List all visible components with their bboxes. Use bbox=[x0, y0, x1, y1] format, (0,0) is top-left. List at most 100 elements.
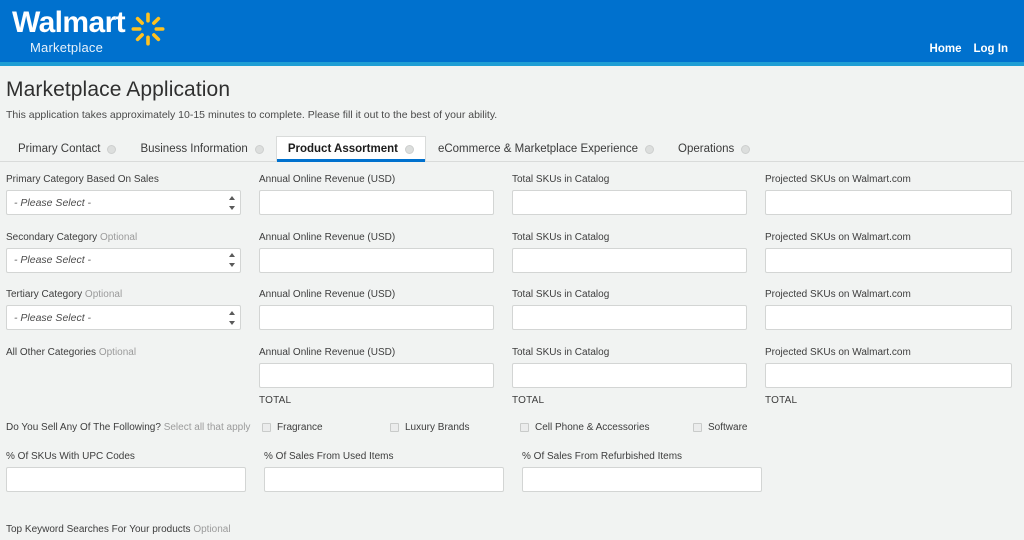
total-skus-input-1[interactable] bbox=[512, 190, 747, 215]
tab-status-dot-icon bbox=[741, 144, 751, 154]
checkbox-box-icon[interactable] bbox=[262, 422, 271, 432]
tab-label: Primary Contact bbox=[18, 143, 101, 155]
projected-skus-label: Projected SKUs on Walmart.com bbox=[765, 346, 911, 358]
page-title: Marketplace Application bbox=[6, 78, 231, 101]
tab-label: Business Information bbox=[140, 143, 248, 155]
used-items-field: % Of Sales From Used Items bbox=[264, 451, 504, 492]
projected-col-3: Projected SKUs on Walmart.com bbox=[765, 289, 1018, 347]
annual-revenue-label: Annual Online Revenue (USD) bbox=[259, 289, 396, 300]
all-other-categories-spacer bbox=[6, 363, 241, 388]
total-skus-field-3: Total SKUs in Catalog bbox=[512, 289, 747, 330]
all-other-categories-label: All Other Categories Optional bbox=[6, 347, 241, 358]
checkbox-fragrance[interactable]: Fragrance bbox=[262, 422, 390, 433]
checkbox-label: Cell Phone & Accessories bbox=[535, 421, 650, 433]
tertiary-category-label: Tertiary Category Optional bbox=[6, 289, 241, 300]
annual-revenue-input-4[interactable] bbox=[259, 362, 494, 388]
skus-col-2: Total SKUs in Catalog bbox=[512, 232, 765, 290]
tertiary-category-select-value[interactable]: - Please Select - bbox=[6, 305, 241, 330]
tab-label: Operations bbox=[678, 143, 735, 155]
upc-codes-label: % Of SKUs With UPC Codes bbox=[6, 450, 135, 462]
secondary-category-col: Secondary Category Optional - Please Sel… bbox=[6, 232, 259, 290]
annual-revenue-input-3[interactable] bbox=[259, 305, 494, 330]
skus-col-4: Total SKUs in Catalog TOTAL bbox=[512, 347, 765, 420]
checkbox-box-icon[interactable] bbox=[390, 422, 399, 432]
upc-codes-input[interactable] bbox=[6, 466, 246, 492]
annual-revenue-input-1[interactable] bbox=[259, 190, 494, 215]
brand-text: Walmart Marketplace bbox=[12, 6, 126, 55]
tertiary-category-select[interactable]: - Please Select - bbox=[6, 305, 241, 330]
sell-following-hint: Select all that apply bbox=[163, 421, 251, 433]
tab-status-dot-icon bbox=[107, 144, 117, 154]
top-keywords-field: Top Keyword Searches For Your products O… bbox=[6, 524, 246, 540]
projected-skus-label: Projected SKUs on Walmart.com bbox=[765, 231, 911, 243]
checkbox-label: Software bbox=[708, 421, 748, 433]
primary-category-select-value[interactable]: - Please Select - bbox=[6, 190, 241, 215]
brand-logo[interactable]: Walmart Marketplace bbox=[12, 8, 165, 54]
projected-skus-field-4: Projected SKUs on Walmart.com TOTAL bbox=[765, 347, 1012, 406]
upc-codes-col: % Of SKUs With UPC Codes bbox=[6, 451, 246, 509]
optional-tag: Optional bbox=[193, 524, 231, 535]
header-nav: Home Log In bbox=[930, 43, 1008, 55]
tab-operations[interactable]: Operations bbox=[666, 136, 762, 162]
brand-name: Walmart bbox=[12, 6, 126, 39]
total-skus-field-4: Total SKUs in Catalog TOTAL bbox=[512, 347, 747, 406]
used-items-label: % Of Sales From Used Items bbox=[264, 450, 394, 462]
top-keywords-label-text: Top Keyword Searches For Your products bbox=[6, 524, 191, 535]
checkbox-box-icon[interactable] bbox=[520, 422, 529, 432]
projected-skus-input-2[interactable] bbox=[765, 247, 1012, 273]
projected-skus-input-4[interactable] bbox=[765, 362, 1012, 388]
total-skus-input-2[interactable] bbox=[512, 247, 747, 273]
primary-category-col: Primary Category Based On Sales - Please… bbox=[6, 174, 259, 232]
projected-skus-field-1: Projected SKUs on Walmart.com bbox=[765, 174, 1012, 215]
skus-col-1: Total SKUs in Catalog bbox=[512, 174, 765, 232]
tab-product-assortment[interactable]: Product Assortment bbox=[275, 136, 426, 162]
total-skus-label: Total SKUs in Catalog bbox=[512, 289, 610, 300]
secondary-category-select-value[interactable]: - Please Select - bbox=[6, 247, 241, 273]
total-skus-label: Total SKUs in Catalog bbox=[512, 231, 610, 243]
projected-skus-input-3[interactable] bbox=[765, 305, 1012, 330]
checkbox-label: Luxury Brands bbox=[405, 421, 470, 433]
checkbox-box-icon[interactable] bbox=[693, 422, 702, 432]
nav-link-login[interactable]: Log In bbox=[974, 43, 1009, 55]
primary-category-select[interactable]: - Please Select - bbox=[6, 190, 241, 215]
sell-following-row: Do You Sell Any Of The Following? Select… bbox=[6, 422, 1018, 433]
skus-col-3: Total SKUs in Catalog bbox=[512, 289, 765, 347]
annual-revenue-label: Annual Online Revenue (USD) bbox=[259, 174, 396, 185]
refurbished-items-field: % Of Sales From Refurbished Items bbox=[522, 451, 762, 492]
site-header: Walmart Marketplace Home Log In bbox=[0, 0, 1024, 62]
tab-business-information[interactable]: Business Information bbox=[128, 136, 275, 162]
tab-status-dot-icon bbox=[404, 144, 414, 154]
total-skus-label: Total SKUs in Catalog bbox=[512, 346, 610, 358]
total-skus-label: Total SKUs in Catalog bbox=[512, 174, 610, 185]
projected-total-label: TOTAL bbox=[765, 394, 798, 406]
checkbox-cell-phone-accessories[interactable]: Cell Phone & Accessories bbox=[520, 422, 693, 433]
tab-primary-contact[interactable]: Primary Contact bbox=[6, 136, 128, 162]
optional-tag: Optional bbox=[99, 231, 138, 243]
projected-skus-label: Projected SKUs on Walmart.com bbox=[765, 289, 911, 300]
secondary-category-label-text: Secondary Category bbox=[6, 231, 98, 243]
refurbished-items-input[interactable] bbox=[522, 466, 762, 492]
checkbox-luxury-brands[interactable]: Luxury Brands bbox=[390, 422, 520, 433]
tab-ecommerce-marketplace-experience[interactable]: eCommerce & Marketplace Experience bbox=[426, 136, 666, 162]
projected-skus-label: Projected SKUs on Walmart.com bbox=[765, 174, 911, 185]
tertiary-category-field: Tertiary Category Optional - Please Sele… bbox=[6, 289, 241, 330]
category-row-3: Tertiary Category Optional - Please Sele… bbox=[6, 289, 1018, 347]
product-assortment-form: Primary Category Based On Sales - Please… bbox=[0, 162, 1024, 540]
brand-subtitle: Marketplace bbox=[30, 40, 104, 55]
total-skus-input-3[interactable] bbox=[512, 305, 747, 330]
primary-category-label: Primary Category Based On Sales bbox=[6, 174, 159, 185]
total-skus-input-4[interactable] bbox=[512, 362, 747, 388]
secondary-category-label: Secondary Category Optional bbox=[6, 232, 241, 243]
used-items-input[interactable] bbox=[264, 466, 504, 492]
checkbox-software[interactable]: Software bbox=[693, 422, 747, 433]
revenue-total-label: TOTAL bbox=[259, 394, 292, 406]
nav-link-home[interactable]: Home bbox=[930, 43, 962, 55]
revenue-col-2: Annual Online Revenue (USD) bbox=[259, 232, 512, 290]
secondary-category-select[interactable]: - Please Select - bbox=[6, 247, 241, 273]
top-keywords-label: Top Keyword Searches For Your products O… bbox=[6, 524, 246, 535]
projected-skus-field-2: Projected SKUs on Walmart.com bbox=[765, 232, 1012, 273]
tab-label: Product Assortment bbox=[287, 143, 398, 155]
annual-revenue-field-3: Annual Online Revenue (USD) bbox=[259, 289, 494, 330]
annual-revenue-input-2[interactable] bbox=[259, 247, 494, 273]
projected-skus-input-1[interactable] bbox=[765, 190, 1012, 215]
